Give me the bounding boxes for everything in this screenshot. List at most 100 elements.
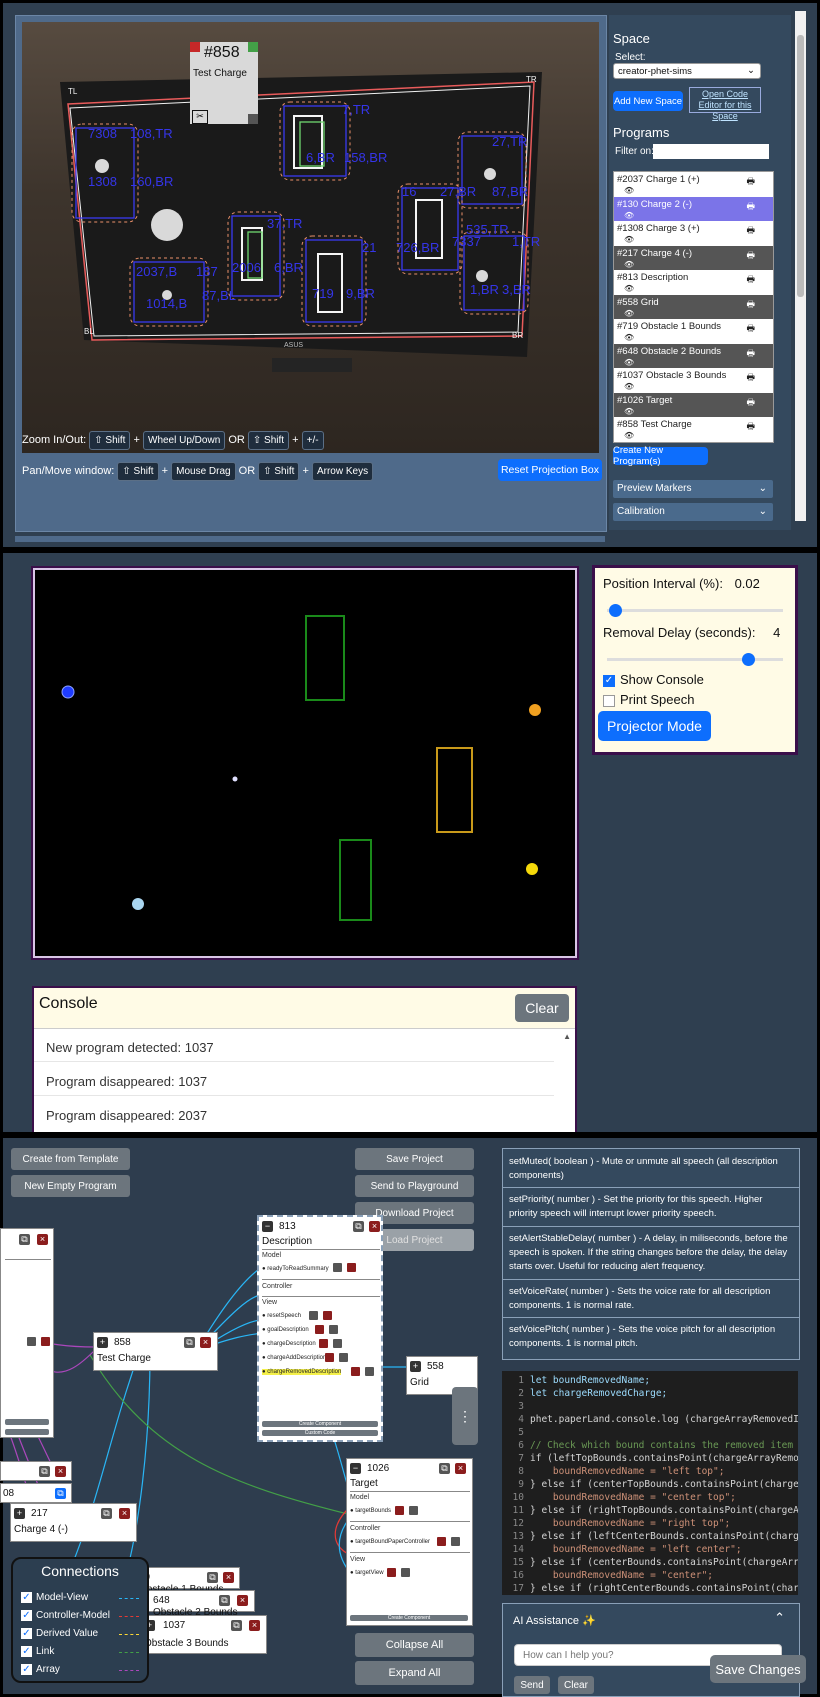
program-node-648[interactable]: 648 Obstacle 2 Bounds ⧉ × (140, 1590, 255, 1618)
eye-icon[interactable]: 👁 (624, 211, 634, 220)
edit-icon[interactable] (401, 1568, 410, 1577)
program-list[interactable]: #2037 Charge 1 (+) 👁 🖶 #130 Charge 2 (-) 👁 🖶 #… (613, 171, 774, 443)
copy-icon[interactable]: ⧉ (207, 1572, 218, 1583)
add-new-space-button[interactable]: Add New Space (613, 91, 683, 111)
save-changes-button[interactable]: Save Changes (710, 1655, 806, 1683)
save-project-button[interactable]: Save Project (355, 1148, 474, 1170)
program-list-item[interactable]: #217 Charge 4 (-) 👁 🖶 (614, 245, 773, 270)
print-icon[interactable]: 🖶 (747, 346, 756, 362)
program-node-858[interactable]: + 858 Test Charge ⧉ × (93, 1332, 218, 1371)
copy-icon[interactable]: ⧉ (55, 1488, 66, 1499)
new-empty-program-button[interactable]: New Empty Program (11, 1175, 130, 1197)
copy-icon[interactable]: ⧉ (231, 1620, 242, 1631)
program-list-item[interactable]: #648 Obstacle 2 Bounds 👁 🖶 (614, 343, 773, 368)
program-list-item[interactable]: #130 Charge 2 (-) 👁 🖶 (614, 196, 773, 221)
delete-icon[interactable]: × (55, 1466, 66, 1477)
program-list-item[interactable]: #558 Grid 👁 🖶 (614, 294, 773, 319)
copy-icon[interactable]: ⧉ (39, 1466, 50, 1477)
edit-icon[interactable] (409, 1506, 418, 1515)
eye-icon[interactable]: 👁 (624, 186, 634, 195)
eye-icon[interactable]: 👁 (624, 284, 634, 293)
edit-icon[interactable] (333, 1339, 342, 1348)
delete-icon[interactable]: × (37, 1234, 48, 1245)
print-icon[interactable]: 🖶 (747, 370, 756, 386)
program-node-stub[interactable]: ⧉ × (0, 1461, 72, 1481)
chevron-up-icon[interactable]: ⌃ (774, 1610, 785, 1626)
create-component-button[interactable]: Create Component (350, 1615, 468, 1621)
reset-projection-button[interactable]: Reset Projection Box (498, 459, 602, 481)
program-node-08[interactable]: 08 ⧉ (0, 1483, 72, 1503)
connection-type-row[interactable]: ✓ Model-View (21, 1592, 139, 1603)
sidebar-scrollbar[interactable] (795, 11, 806, 521)
delete-icon[interactable] (325, 1353, 334, 1362)
position-interval-slider[interactable] (607, 604, 783, 617)
removal-delay-slider[interactable] (607, 653, 783, 666)
delete-icon[interactable] (347, 1263, 356, 1272)
preview-markers-accordion[interactable]: Preview Markers ⌄ (613, 480, 773, 498)
space-select[interactable]: creator-phet-sims ⌄ (613, 63, 761, 79)
edit-icon[interactable] (365, 1367, 374, 1376)
delete-icon[interactable] (41, 1337, 50, 1346)
ai-clear-button[interactable]: Clear (558, 1676, 594, 1694)
program-list-item[interactable]: #2037 Charge 1 (+) 👁 🖶 (614, 172, 773, 197)
scroll-up-icon[interactable]: ▲ (563, 1032, 571, 1041)
program-list-item[interactable]: #719 Obstacle 1 Bounds 👁 🖶 (614, 319, 773, 344)
ai-send-button[interactable]: Send (514, 1676, 550, 1694)
collapse-all-button[interactable]: Collapse All (355, 1633, 474, 1657)
checkbox-icon[interactable]: ✓ (21, 1628, 32, 1639)
checkbox-icon[interactable]: ✓ (21, 1664, 32, 1675)
checkbox-icon[interactable]: ✓ (21, 1592, 32, 1603)
program-node-1026[interactable]: − 1026 Target ⧉ × Model ● targetBounds C… (346, 1458, 473, 1626)
copy-icon[interactable] (27, 1337, 36, 1346)
expand-all-button[interactable]: Expand All (355, 1661, 474, 1685)
projector-mode-button[interactable]: Projector Mode (598, 711, 711, 741)
program-card-858[interactable]: #858 Test Charge ✂ (190, 42, 258, 124)
connection-type-row[interactable]: ✓ Link (21, 1646, 139, 1657)
print-icon[interactable]: 🖶 (747, 321, 756, 337)
camera-feed[interactable]: 7,TR 7308 108,TR 1308 160,BR 37,TR 2037,B 1… (22, 22, 599, 453)
playground-canvas[interactable] (33, 568, 577, 958)
print-icon[interactable]: 🖶 (747, 297, 756, 313)
delete-icon[interactable] (319, 1339, 328, 1348)
delete-icon[interactable]: × (369, 1221, 380, 1232)
delete-icon[interactable] (437, 1537, 446, 1546)
copy-icon[interactable]: ⧉ (353, 1221, 364, 1232)
copy-icon[interactable]: ⧉ (101, 1508, 112, 1519)
print-icon[interactable]: 🖶 (747, 395, 756, 411)
collapse-icon[interactable]: − (350, 1463, 361, 1474)
view-item[interactable]: ● targetView (350, 1570, 384, 1576)
eye-icon[interactable]: 👁 (624, 309, 634, 318)
edit-icon[interactable] (329, 1325, 338, 1334)
connection-type-row[interactable]: ✓ Controller-Model (21, 1610, 139, 1621)
card-scissors-icon[interactable]: ✂ (192, 110, 208, 124)
program-list-item[interactable]: #858 Test Charge 👁 🖶 (614, 417, 773, 442)
view-item[interactable]: ● chargeDescription (262, 1341, 316, 1347)
eye-icon[interactable]: 👁 (624, 333, 634, 342)
slider-knob[interactable] (741, 653, 755, 666)
edit-icon[interactable] (451, 1537, 460, 1546)
program-node-217[interactable]: + 217 Charge 4 (-) ⧉ × (10, 1503, 137, 1542)
delete-icon[interactable] (395, 1506, 404, 1515)
custom-code-button[interactable]: Custom Code (262, 1430, 378, 1436)
program-list-item[interactable]: #1037 Obstacle 3 Bounds 👁 🖶 (614, 368, 773, 393)
program-list-item[interactable]: #813 Description 👁 🖶 (614, 270, 773, 295)
expand-icon[interactable]: + (14, 1508, 25, 1519)
print-icon[interactable]: 🖶 (747, 419, 756, 435)
delete-icon[interactable]: × (455, 1463, 466, 1474)
copy-icon[interactable] (333, 1263, 342, 1272)
delete-icon[interactable] (323, 1311, 332, 1320)
delete-icon[interactable] (351, 1367, 360, 1376)
delete-icon[interactable] (315, 1325, 324, 1334)
open-code-editor-link[interactable]: Open Code Editor for this Space (689, 87, 761, 121)
print-icon[interactable]: 🖶 (747, 174, 756, 190)
scrollbar-thumb[interactable] (797, 35, 804, 297)
view-item[interactable]: ● chargeAddDescription (262, 1355, 326, 1361)
delete-icon[interactable] (387, 1568, 396, 1577)
console-clear-button[interactable]: Clear (515, 994, 569, 1022)
controller-item[interactable]: ● targetBoundPaperController (350, 1539, 430, 1545)
expand-icon[interactable]: + (410, 1361, 421, 1372)
connection-type-row[interactable]: ✓ Array (21, 1664, 139, 1675)
checkbox-icon[interactable]: ✓ (21, 1610, 32, 1621)
expand-icon[interactable]: + (97, 1337, 108, 1348)
copy-icon[interactable]: ⧉ (19, 1234, 30, 1245)
